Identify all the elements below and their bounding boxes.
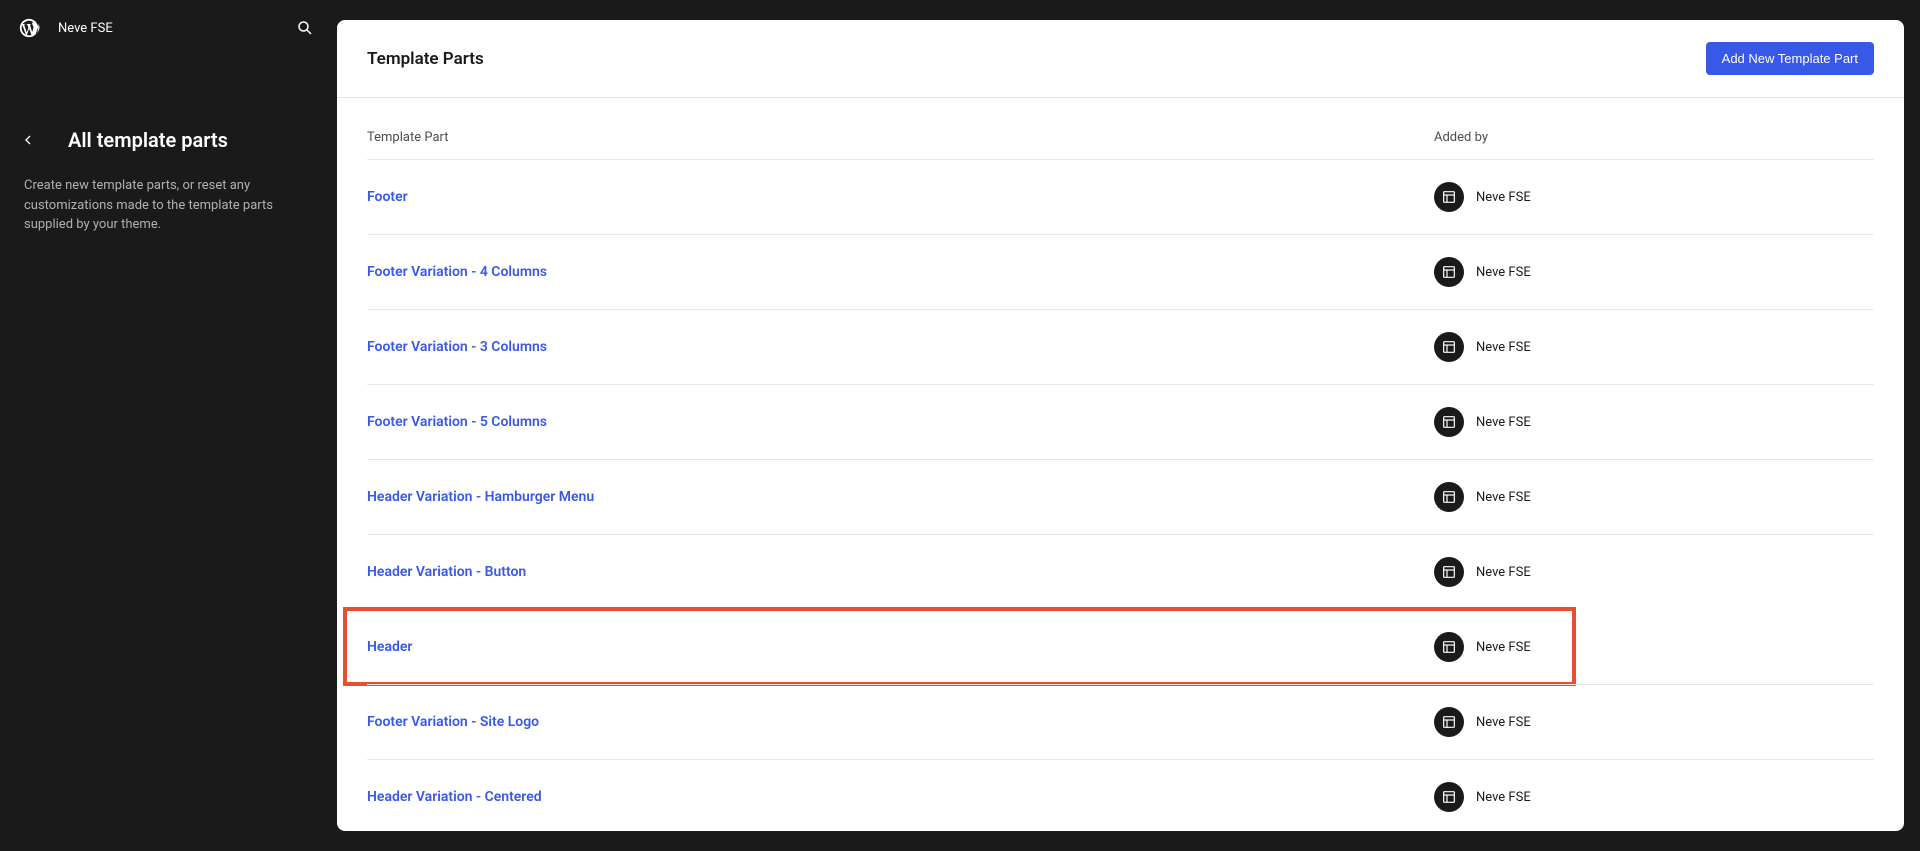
table-row[interactable]: Footer Variation - 5 Columns Neve FSE: [367, 384, 1874, 459]
table-body: FooterNeve FSEFooter Variation - 4 Colum…: [367, 159, 1874, 831]
theme-name: Neve FSE: [1476, 265, 1531, 280]
theme-name: Neve FSE: [1476, 415, 1531, 430]
sidebar-description: Create new template parts, or reset any …: [0, 176, 337, 235]
card-header: Template Parts Add New Template Part: [337, 20, 1904, 98]
added-by-cell: Neve FSE: [1434, 482, 1874, 512]
theme-name: Neve FSE: [1476, 490, 1531, 505]
back-button[interactable]: [18, 130, 38, 150]
template-part-link[interactable]: Footer Variation - Site Logo: [367, 714, 1434, 730]
added-by-cell: Neve FSE: [1434, 182, 1874, 212]
main-panel: Template Parts Add New Template Part Tem…: [337, 0, 1920, 851]
template-part-link[interactable]: Header Variation - Centered: [367, 789, 1434, 805]
theme-icon: [1434, 257, 1464, 287]
table-row[interactable]: Footer Variation - Site Logo Neve FSE: [367, 684, 1874, 759]
theme-icon: [1434, 482, 1464, 512]
table-row[interactable]: Header Variation - Centered Neve FSE: [367, 759, 1874, 831]
search-button[interactable]: [291, 14, 319, 42]
theme-name: Neve FSE: [1476, 790, 1531, 805]
sidebar-page-title: All template parts: [68, 128, 228, 152]
table-row[interactable]: Header Variation - Button Neve FSE: [367, 534, 1874, 609]
added-by-cell: Neve FSE: [1434, 782, 1874, 812]
add-new-template-part-button[interactable]: Add New Template Part: [1706, 42, 1874, 75]
column-header-added-by: Added by: [1434, 130, 1874, 145]
table-header-row: Template Part Added by: [367, 118, 1874, 159]
template-part-link[interactable]: Header Variation - Hamburger Menu: [367, 489, 1434, 505]
content-card: Template Parts Add New Template Part Tem…: [337, 20, 1904, 831]
theme-icon: [1434, 707, 1464, 737]
added-by-cell: Neve FSE: [1434, 257, 1874, 287]
table-row[interactable]: Footer Variation - 3 Columns Neve FSE: [367, 309, 1874, 384]
theme-icon: [1434, 332, 1464, 362]
added-by-cell: Neve FSE: [1434, 707, 1874, 737]
template-part-link[interactable]: Header: [367, 639, 1434, 655]
theme-icon: [1434, 632, 1464, 662]
theme-name: Neve FSE: [1476, 190, 1531, 205]
sidebar: Neve FSE All template parts Create new t…: [0, 0, 337, 851]
table-row[interactable]: Header Neve FSE: [345, 609, 1574, 684]
theme-icon: [1434, 182, 1464, 212]
template-part-link[interactable]: Footer: [367, 189, 1434, 205]
theme-name: Neve FSE: [1476, 565, 1531, 580]
theme-icon: [1434, 557, 1464, 587]
table-row[interactable]: Footer Variation - 4 Columns Neve FSE: [367, 234, 1874, 309]
site-title[interactable]: Neve FSE: [58, 21, 113, 36]
theme-name: Neve FSE: [1476, 640, 1531, 655]
table-row[interactable]: Header Variation - Hamburger Menu Neve FS…: [367, 459, 1874, 534]
column-header-name: Template Part: [367, 130, 1434, 145]
added-by-cell: Neve FSE: [1434, 557, 1874, 587]
wordpress-logo-icon[interactable]: [18, 17, 40, 39]
search-icon: [296, 19, 314, 37]
template-part-link[interactable]: Footer Variation - 5 Columns: [367, 414, 1434, 430]
chevron-left-icon: [20, 132, 36, 148]
theme-icon: [1434, 782, 1464, 812]
template-part-link[interactable]: Footer Variation - 3 Columns: [367, 339, 1434, 355]
added-by-cell: Neve FSE: [1434, 407, 1874, 437]
sidebar-top-bar: Neve FSE: [0, 0, 337, 56]
added-by-cell: Neve FSE: [1434, 632, 1574, 662]
theme-name: Neve FSE: [1476, 715, 1531, 730]
added-by-cell: Neve FSE: [1434, 332, 1874, 362]
template-parts-table: Template Part Added by FooterNeve FSEFoo…: [337, 98, 1904, 831]
page-title: Template Parts: [367, 49, 484, 69]
template-part-link[interactable]: Footer Variation - 4 Columns: [367, 264, 1434, 280]
table-row[interactable]: Footer Neve FSE: [367, 159, 1874, 234]
sidebar-heading-row: All template parts: [0, 128, 337, 152]
theme-name: Neve FSE: [1476, 340, 1531, 355]
site-info: Neve FSE: [18, 17, 113, 39]
template-part-link[interactable]: Header Variation - Button: [367, 564, 1434, 580]
app-shell: Neve FSE All template parts Create new t…: [0, 0, 1920, 851]
theme-icon: [1434, 407, 1464, 437]
